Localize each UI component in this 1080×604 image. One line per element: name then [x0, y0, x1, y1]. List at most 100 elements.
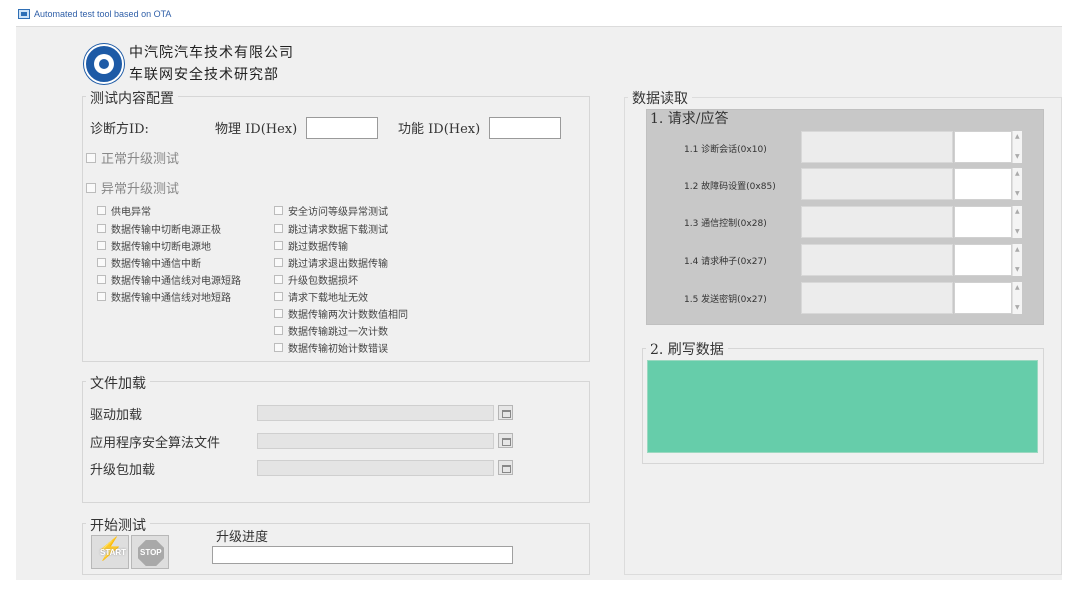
row-value-comm[interactable]	[801, 206, 953, 238]
normal-upgrade-label: 正常升级测试	[101, 152, 180, 167]
flash-data-area[interactable]	[647, 360, 1038, 453]
driver-load-path[interactable]	[257, 405, 494, 421]
normal-upgrade-checkbox[interactable]: 正常升级测试	[86, 148, 179, 167]
start-button[interactable]: ⚡ START	[91, 535, 129, 569]
row-label-dtc: 1.2 故障码设置(0x85)	[684, 182, 776, 192]
option-label: 数据传输中通信中断	[111, 259, 201, 270]
package-load-label: 升级包加载	[90, 463, 156, 478]
row-value-session[interactable]	[801, 131, 953, 163]
checkbox-box	[97, 275, 106, 284]
checkbox-box	[97, 224, 106, 233]
option-label: 跳过数据传输	[288, 242, 348, 253]
row-value-seed[interactable]	[801, 244, 953, 276]
test-config-title: 测试内容配置	[86, 88, 178, 108]
checkbox-box	[274, 292, 283, 301]
row-response-seed[interactable]	[954, 244, 1012, 276]
option-label: 安全访问等级异常测试	[288, 207, 388, 218]
option-skip-download-request[interactable]: 跳过请求数据下载测试	[274, 221, 388, 236]
scroll-down-icon[interactable]: ▼	[1015, 154, 1020, 160]
option-initial-counter-error[interactable]: 数据传输初始计数错误	[274, 340, 388, 355]
scroll-up-icon[interactable]: ▲	[1015, 171, 1020, 177]
checkbox-box	[274, 241, 283, 250]
scroll-up-icon[interactable]: ▲	[1015, 134, 1020, 140]
checkbox-box	[274, 326, 283, 335]
company-logo	[84, 44, 124, 84]
window-title: Automated test tool based on OTA	[34, 9, 172, 19]
security-algorithm-label: 应用程序安全算法文件	[90, 436, 221, 451]
scroll-down-icon[interactable]: ▼	[1015, 305, 1020, 311]
option-invalid-address[interactable]: 请求下载地址无效	[274, 289, 368, 304]
functional-id-label: 功能 ID(Hex)	[398, 122, 481, 137]
request-response-title: 1. 请求/应答	[650, 111, 729, 127]
checkbox-box	[274, 275, 283, 284]
checkbox-box	[274, 309, 283, 318]
stop-button-label: STOP	[140, 548, 162, 557]
company-name: 中汽院汽车技术有限公司	[129, 45, 294, 61]
security-algorithm-browse-button[interactable]	[498, 433, 513, 448]
option-same-counter[interactable]: 数据传输两次计数数值相同	[274, 306, 408, 321]
stop-button[interactable]: STOP	[131, 535, 169, 569]
row-label-session: 1.1 诊断会话(0x10)	[684, 145, 767, 155]
row-scrollbar-dtc[interactable]: ▲ ▼	[1012, 168, 1022, 200]
row-response-key[interactable]	[954, 282, 1012, 314]
driver-load-browse-button[interactable]	[498, 405, 513, 420]
scroll-down-icon[interactable]: ▼	[1015, 191, 1020, 197]
row-value-key[interactable]	[801, 282, 953, 314]
functional-id-input[interactable]	[489, 117, 561, 139]
option-security-access[interactable]: 安全访问等级异常测试	[274, 203, 388, 218]
option-package-corrupt[interactable]: 升级包数据损坏	[274, 272, 358, 287]
option-comm-short-ground[interactable]: 数据传输中通信线对地短路	[97, 289, 231, 304]
start-test-title: 开始测试	[86, 515, 150, 535]
option-cut-power-positive[interactable]: 数据传输中切断电源正极	[97, 221, 221, 236]
option-skip-counter[interactable]: 数据传输跳过一次计数	[274, 323, 388, 338]
row-value-dtc[interactable]	[801, 168, 953, 200]
data-read-title: 数据读取	[628, 88, 692, 108]
option-skip-transfer[interactable]: 跳过数据传输	[274, 238, 348, 253]
scroll-up-icon[interactable]: ▲	[1015, 247, 1020, 253]
package-load-browse-button[interactable]	[498, 460, 513, 475]
option-label: 数据传输中切断电源地	[111, 242, 211, 253]
scroll-up-icon[interactable]: ▲	[1015, 285, 1020, 291]
file-load-title: 文件加载	[86, 373, 150, 393]
physical-id-input[interactable]	[306, 117, 378, 139]
option-label: 数据传输两次计数数值相同	[288, 310, 408, 321]
checkbox-box	[274, 258, 283, 267]
checkbox-box	[97, 292, 106, 301]
checkbox-box	[97, 258, 106, 267]
abnormal-upgrade-checkbox[interactable]: 异常升级测试	[86, 178, 179, 197]
checkbox-box	[274, 224, 283, 233]
option-label: 供电异常	[111, 207, 151, 218]
checkbox-box	[274, 206, 283, 215]
row-scrollbar-key[interactable]: ▲ ▼	[1012, 282, 1022, 314]
row-response-dtc[interactable]	[954, 168, 1012, 200]
row-response-comm[interactable]	[954, 206, 1012, 238]
option-comm-short-power[interactable]: 数据传输中通信线对电源短路	[97, 272, 241, 287]
option-label: 跳过请求数据下载测试	[288, 225, 388, 236]
option-comm-interrupt[interactable]: 数据传输中通信中断	[97, 255, 201, 270]
abnormal-upgrade-label: 异常升级测试	[101, 182, 180, 197]
option-label: 数据传输初始计数错误	[288, 344, 388, 355]
row-label-comm: 1.3 通信控制(0x28)	[684, 219, 767, 229]
row-scrollbar-comm[interactable]: ▲ ▼	[1012, 206, 1022, 238]
checkbox-box	[274, 343, 283, 352]
checkbox-box	[86, 182, 96, 193]
option-label: 请求下载地址无效	[288, 293, 368, 304]
checkbox-box	[97, 241, 106, 250]
option-power-abnormal[interactable]: 供电异常	[97, 203, 151, 218]
package-load-path[interactable]	[257, 460, 494, 476]
security-algorithm-path[interactable]	[257, 433, 494, 449]
diag-id-label: 诊断方ID:	[90, 122, 149, 137]
option-label: 数据传输中通信线对电源短路	[111, 276, 241, 287]
driver-load-label: 驱动加载	[90, 408, 143, 423]
scroll-up-icon[interactable]: ▲	[1015, 209, 1020, 215]
row-scrollbar-seed[interactable]: ▲ ▼	[1012, 244, 1022, 276]
scroll-down-icon[interactable]: ▼	[1015, 229, 1020, 235]
progress-label: 升级进度	[216, 530, 269, 545]
scroll-down-icon[interactable]: ▼	[1015, 267, 1020, 273]
option-cut-power-ground[interactable]: 数据传输中切断电源地	[97, 238, 211, 253]
row-response-session[interactable]	[954, 131, 1012, 163]
row-label-seed: 1.4 请求种子(0x27)	[684, 257, 767, 267]
row-scrollbar-session[interactable]: ▲ ▼	[1012, 131, 1022, 163]
option-skip-exit-transfer[interactable]: 跳过请求退出数据传输	[274, 255, 388, 270]
app-icon	[18, 9, 30, 19]
